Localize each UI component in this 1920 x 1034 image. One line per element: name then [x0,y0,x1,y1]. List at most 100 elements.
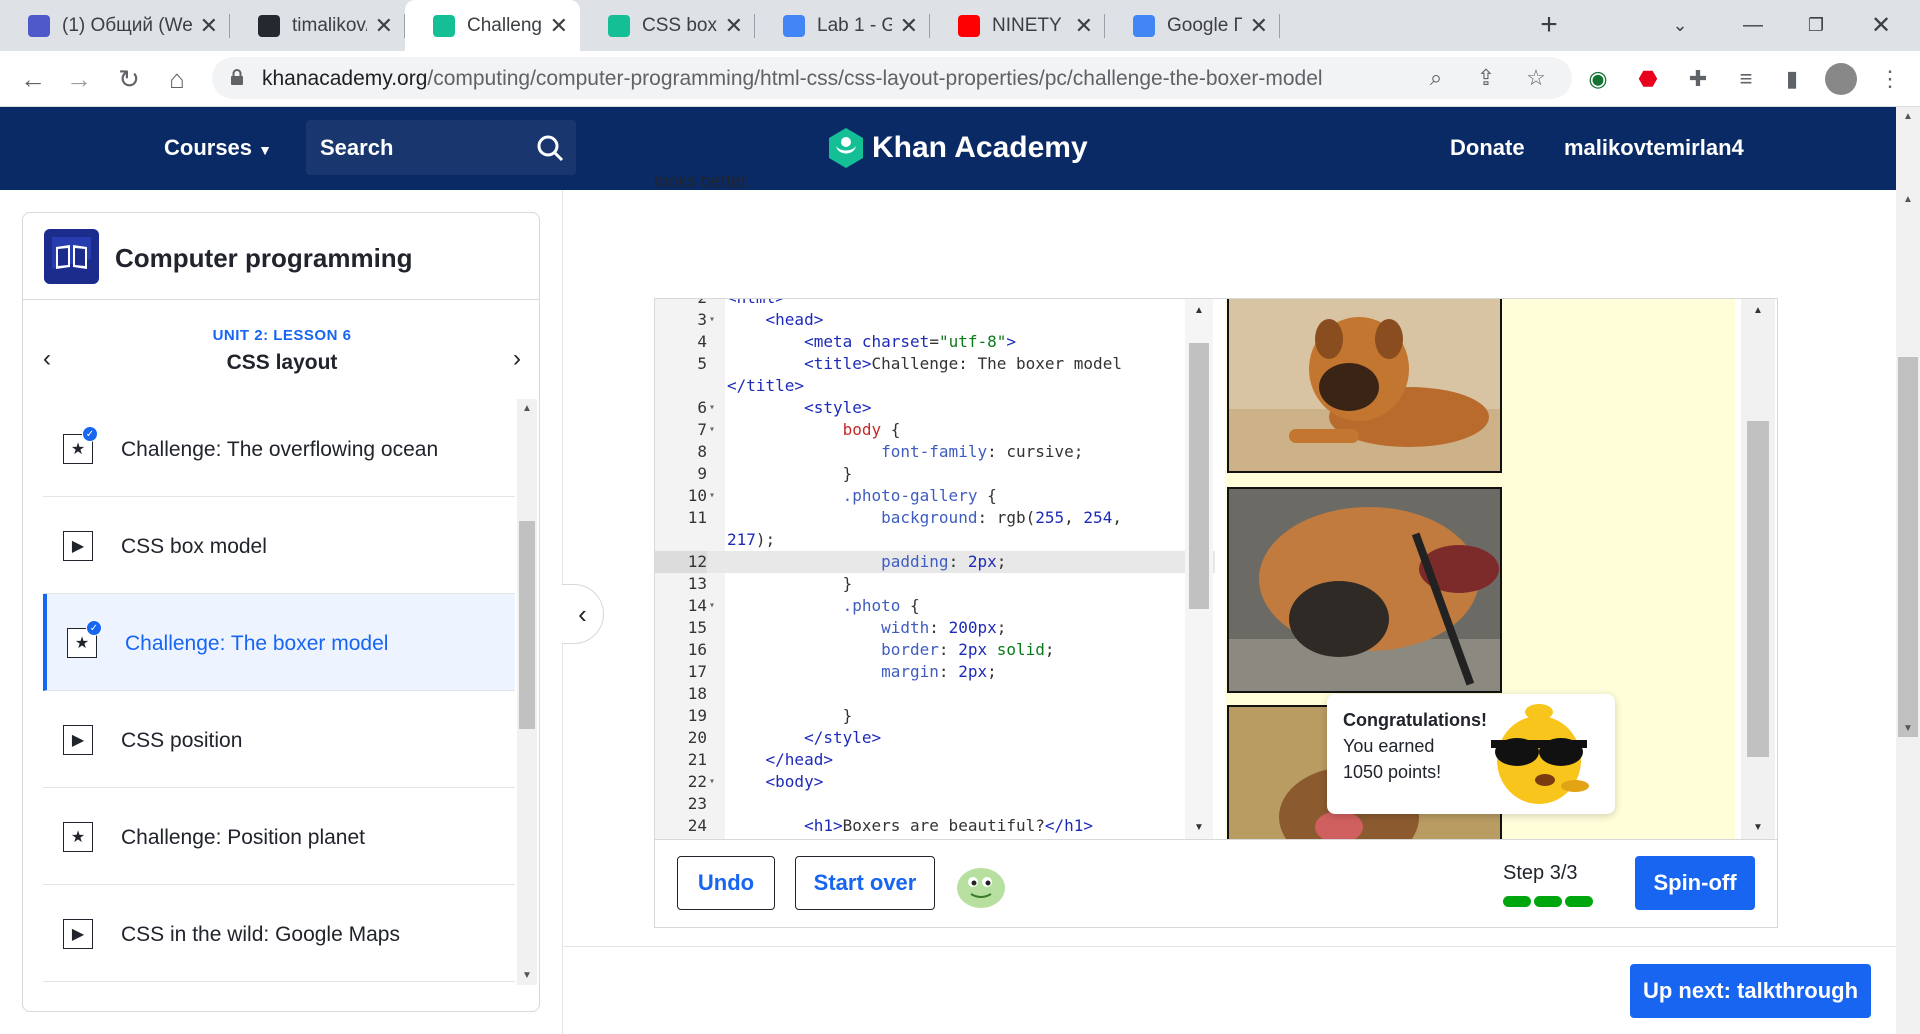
profile-avatar[interactable] [1825,63,1857,95]
code-line[interactable]: 22 ▾ <body> [655,771,1215,793]
minimize-icon[interactable]: — [1738,10,1768,40]
code-line[interactable]: 14 ▾ .photo { [655,595,1215,617]
code-line[interactable]: 3 ▾ <head> [655,309,1215,331]
up-next-button[interactable]: Up next: talkthrough [1630,964,1871,1018]
code-scroll-thumb[interactable] [1189,343,1209,609]
preview-scroll-down-icon[interactable]: ▼ [1741,822,1775,833]
fold-arrow-icon[interactable]: ▾ [709,397,715,419]
side-panel-icon[interactable]: ▮ [1778,65,1806,93]
sidebar-scroll-thumb[interactable] [519,521,535,729]
code-line[interactable]: 217); [655,529,1215,551]
inner-scroll-down-icon[interactable]: ▼ [1896,723,1920,734]
browser-menu-icon[interactable]: ⋮ [1876,65,1904,93]
sidebar-lesson-item[interactable]: ▶ CSS box model [43,497,515,594]
tab-close-icon[interactable]: ✕ [200,13,218,39]
next-lesson-chevron-icon[interactable]: › [513,345,521,373]
close-window-icon[interactable]: ✕ [1866,10,1896,40]
inner-scroll-up-icon[interactable]: ▲ [1896,194,1920,205]
browser-tab[interactable]: Lab 1 - Google ✕ [755,0,930,51]
share-icon[interactable]: ⇪ [1472,64,1500,92]
start-over-button[interactable]: Start over [795,856,935,910]
restore-icon[interactable]: ❐ [1801,10,1831,40]
url-input[interactable]: khanacademy.org/computing/computer-progr… [212,57,1572,99]
code-line[interactable]: 21 </head> [655,749,1215,771]
code-line[interactable]: 10 ▾ .photo-gallery { [655,485,1215,507]
code-line[interactable]: 17 margin: 2px; [655,661,1215,683]
tab-close-icon[interactable]: ✕ [1075,13,1093,39]
sidebar-lesson-item[interactable]: ▶ CSS position [43,691,515,788]
code-line[interactable]: 23 [655,793,1215,815]
zoom-search-icon[interactable]: ⌕ [1422,64,1450,92]
new-tab-plus-icon[interactable]: + [1534,8,1564,41]
tab-search-chevron-icon[interactable]: ⌄ [1665,10,1695,40]
code-scroll-down-icon[interactable]: ▼ [1185,822,1213,833]
fold-arrow-icon[interactable]: ▾ [709,485,715,507]
spin-off-button[interactable]: Spin-off [1635,856,1755,910]
scroll-up-arrow-icon[interactable]: ▲ [517,403,537,414]
browser-tab[interactable]: Challenge: The ✕ [405,0,580,51]
adblock-icon[interactable]: ⬣ [1634,65,1662,93]
code-line[interactable]: 7 ▾ body { [655,419,1215,441]
browser-tab[interactable]: CSS box model ✕ [580,0,755,51]
back-arrow-icon[interactable]: ← [18,64,48,94]
tab-close-icon[interactable]: ✕ [550,13,568,39]
code-line[interactable]: </title> [655,375,1215,397]
extensions-puzzle-icon[interactable]: ✚ [1684,65,1712,93]
tab-close-icon[interactable]: ✕ [375,13,393,39]
code-line[interactable]: 19 } [655,705,1215,727]
code-line[interactable]: 11 background: rgb(255, 254, [655,507,1215,529]
course-title[interactable]: Computer programming [115,243,413,274]
code-line[interactable]: 6 ▾ <style> [655,397,1215,419]
browser-tab[interactable]: (1) Общий (We ✕ [0,0,230,51]
donate-link[interactable]: Donate [1450,135,1525,161]
tab-close-icon[interactable]: ✕ [1250,13,1268,39]
code-line[interactable]: 13 } [655,573,1215,595]
khan-academy-logo[interactable]: Khan Academy [828,128,1088,168]
fold-arrow-icon[interactable]: ▾ [709,595,715,617]
preview-scroll-thumb[interactable] [1747,421,1769,757]
tab-close-icon[interactable]: ✕ [725,13,743,39]
courses-menu[interactable]: Courses ▼ [164,135,272,161]
fold-arrow-icon[interactable]: ▾ [709,771,715,793]
browser-tab[interactable]: timalikov/web- ✕ [230,0,405,51]
collapse-sidebar-chevron-icon[interactable]: ‹ [562,584,604,644]
search-input[interactable]: Search [306,120,576,175]
code-line[interactable]: 12 padding: 2px; [655,551,1215,573]
code-editor[interactable]: 2▾<html>3▾ <head>4 <meta charset="utf-8"… [655,299,1215,839]
code-line[interactable]: 16 border: 2px solid; [655,639,1215,661]
code-line[interactable]: 2▾ <html> [655,299,1215,309]
code-line[interactable]: 4 <meta charset="utf-8"> [655,331,1215,353]
code-line[interactable]: 9 } [655,463,1215,485]
browser-tab[interactable]: NINETY ONE ✕ [930,0,1105,51]
tab-close-icon[interactable]: ✕ [900,13,918,39]
fold-arrow-icon[interactable]: ▾ [709,419,715,441]
fold-arrow-icon[interactable]: ▾ [709,309,715,331]
preview-scroll-up-icon[interactable]: ▲ [1741,305,1775,316]
code-line[interactable]: 24 <h1>Boxers are beautiful?</h1> [655,815,1215,837]
code-line[interactable]: 5 <title>Challenge: The boxer model [655,353,1215,375]
home-icon[interactable]: ⌂ [162,64,192,94]
forward-arrow-icon[interactable]: → [64,64,94,94]
code-line[interactable]: 20 </style> [655,727,1215,749]
sidebar-lesson-item[interactable]: ★ ✓ Challenge: The overflowing ocean [43,400,515,497]
scroll-down-arrow-icon[interactable]: ▼ [517,970,537,981]
sidebar-lesson-item[interactable]: ★ Challenge: Position planet [43,788,515,885]
page-scroll-up-icon[interactable]: ▲ [1896,111,1920,122]
code-line[interactable]: 15 width: 200px; [655,617,1215,639]
code-scroll-up-icon[interactable]: ▲ [1185,305,1213,316]
page-scrollbar[interactable]: ▲ ▲ ▼ [1896,107,1920,1034]
bookmark-star-icon[interactable]: ☆ [1522,64,1550,92]
sidebar-lesson-item[interactable]: ▶ CSS in the wild: Google Maps [43,885,515,982]
browser-tab[interactable]: Google Перев ✕ [1105,0,1280,51]
hint-guy-icon[interactable] [955,862,1007,910]
sidebar-lesson-item[interactable]: ★ ✓ Challenge: The boxer model [43,594,515,691]
user-menu[interactable]: malikovtemirlan4 [1564,135,1744,161]
page-scroll-thumb[interactable] [1898,357,1918,737]
code-line[interactable]: 8 font-family: cursive; [655,441,1215,463]
extension-circle-icon[interactable]: ◉ [1584,65,1612,93]
code-line[interactable]: 18 [655,683,1215,705]
fold-arrow-icon[interactable]: ▾ [709,299,715,309]
undo-button[interactable]: Undo [677,856,775,910]
reload-icon[interactable]: ↻ [114,64,144,94]
media-control-icon[interactable]: ≡ [1732,65,1760,93]
